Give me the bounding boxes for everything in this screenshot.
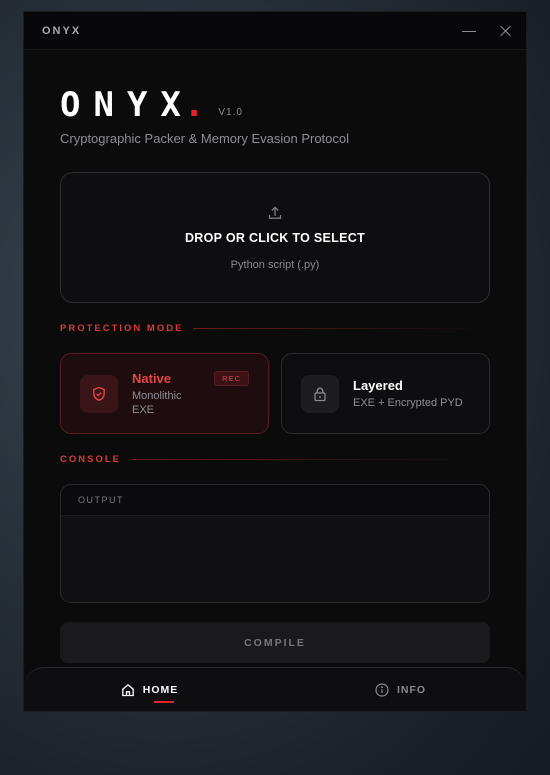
nav-info[interactable]: INFO <box>275 668 526 711</box>
nav-home[interactable]: HOME <box>24 668 275 711</box>
console-panel: OUTPUT <box>60 484 490 603</box>
shield-icon <box>93 386 105 401</box>
mode-icon-box <box>80 374 118 413</box>
recommended-badge: REC <box>214 371 249 386</box>
mode-card-layered[interactable]: Layered EXE + Encrypted PYD <box>281 353 490 434</box>
active-indicator <box>153 701 174 703</box>
mode-icon-box <box>301 374 339 413</box>
mode-text: Native Monolithic EXE <box>132 371 182 417</box>
nav-info-label: INFO <box>396 683 427 696</box>
mode-options: Native Monolithic EXE REC Layered EXE + <box>60 353 490 434</box>
mode-desc-line2: EXE <box>132 403 155 416</box>
version-label: V1.0 <box>218 107 243 118</box>
console-header: CONSOLE <box>60 454 490 465</box>
output-label: OUTPUT <box>78 495 124 505</box>
bottom-nav: HOME INFO <box>24 667 526 711</box>
logo-dot: . <box>183 85 205 125</box>
close-icon[interactable] <box>498 24 512 38</box>
window-controls <box>462 24 512 38</box>
mode-text: Layered EXE + Encrypted PYD <box>353 378 463 410</box>
section-label: PROTECTION MODE <box>60 323 184 334</box>
dropzone-title: DROP OR CLICK TO SELECT <box>184 230 366 245</box>
console-output[interactable] <box>61 516 489 602</box>
file-dropzone[interactable]: DROP OR CLICK TO SELECT Python script (.… <box>60 172 490 303</box>
mode-desc-line1: EXE + Encrypted PYD <box>353 396 463 409</box>
protection-mode-header: PROTECTION MODE <box>60 323 490 334</box>
title-bar: ONYX <box>24 12 526 50</box>
dropzone-subtitle: Python script (.py) <box>230 258 320 271</box>
mode-name: Layered <box>353 377 403 393</box>
app-subtitle: Cryptographic Packer & Memory Evasion Pr… <box>60 131 350 146</box>
console-output-header: OUTPUT <box>61 485 489 516</box>
minimize-icon[interactable] <box>462 24 476 38</box>
section-divider <box>130 459 490 460</box>
main-content: ONYX . V1.0 Cryptographic Packer & Memor… <box>24 88 526 663</box>
compile-button[interactable]: COMPILE <box>60 622 490 663</box>
window-title: ONYX <box>42 24 82 37</box>
app-window: ONYX ONYX . V1.0 Cryptographic Packer & … <box>23 11 527 712</box>
mode-name: Native <box>132 370 172 386</box>
section-divider <box>193 328 490 329</box>
logo-text: ONYX <box>60 85 194 125</box>
upload-icon <box>268 205 282 219</box>
home-icon <box>121 683 134 696</box>
nav-home-label: HOME <box>142 683 179 696</box>
section-label: CONSOLE <box>60 454 121 465</box>
compile-label: COMPILE <box>244 636 306 649</box>
info-icon <box>375 682 389 697</box>
mode-card-native[interactable]: Native Monolithic EXE REC <box>60 353 269 434</box>
mode-desc-line1: Monolithic <box>132 389 182 402</box>
brand-header: ONYX . V1.0 <box>60 88 490 122</box>
lock-icon <box>314 387 326 401</box>
